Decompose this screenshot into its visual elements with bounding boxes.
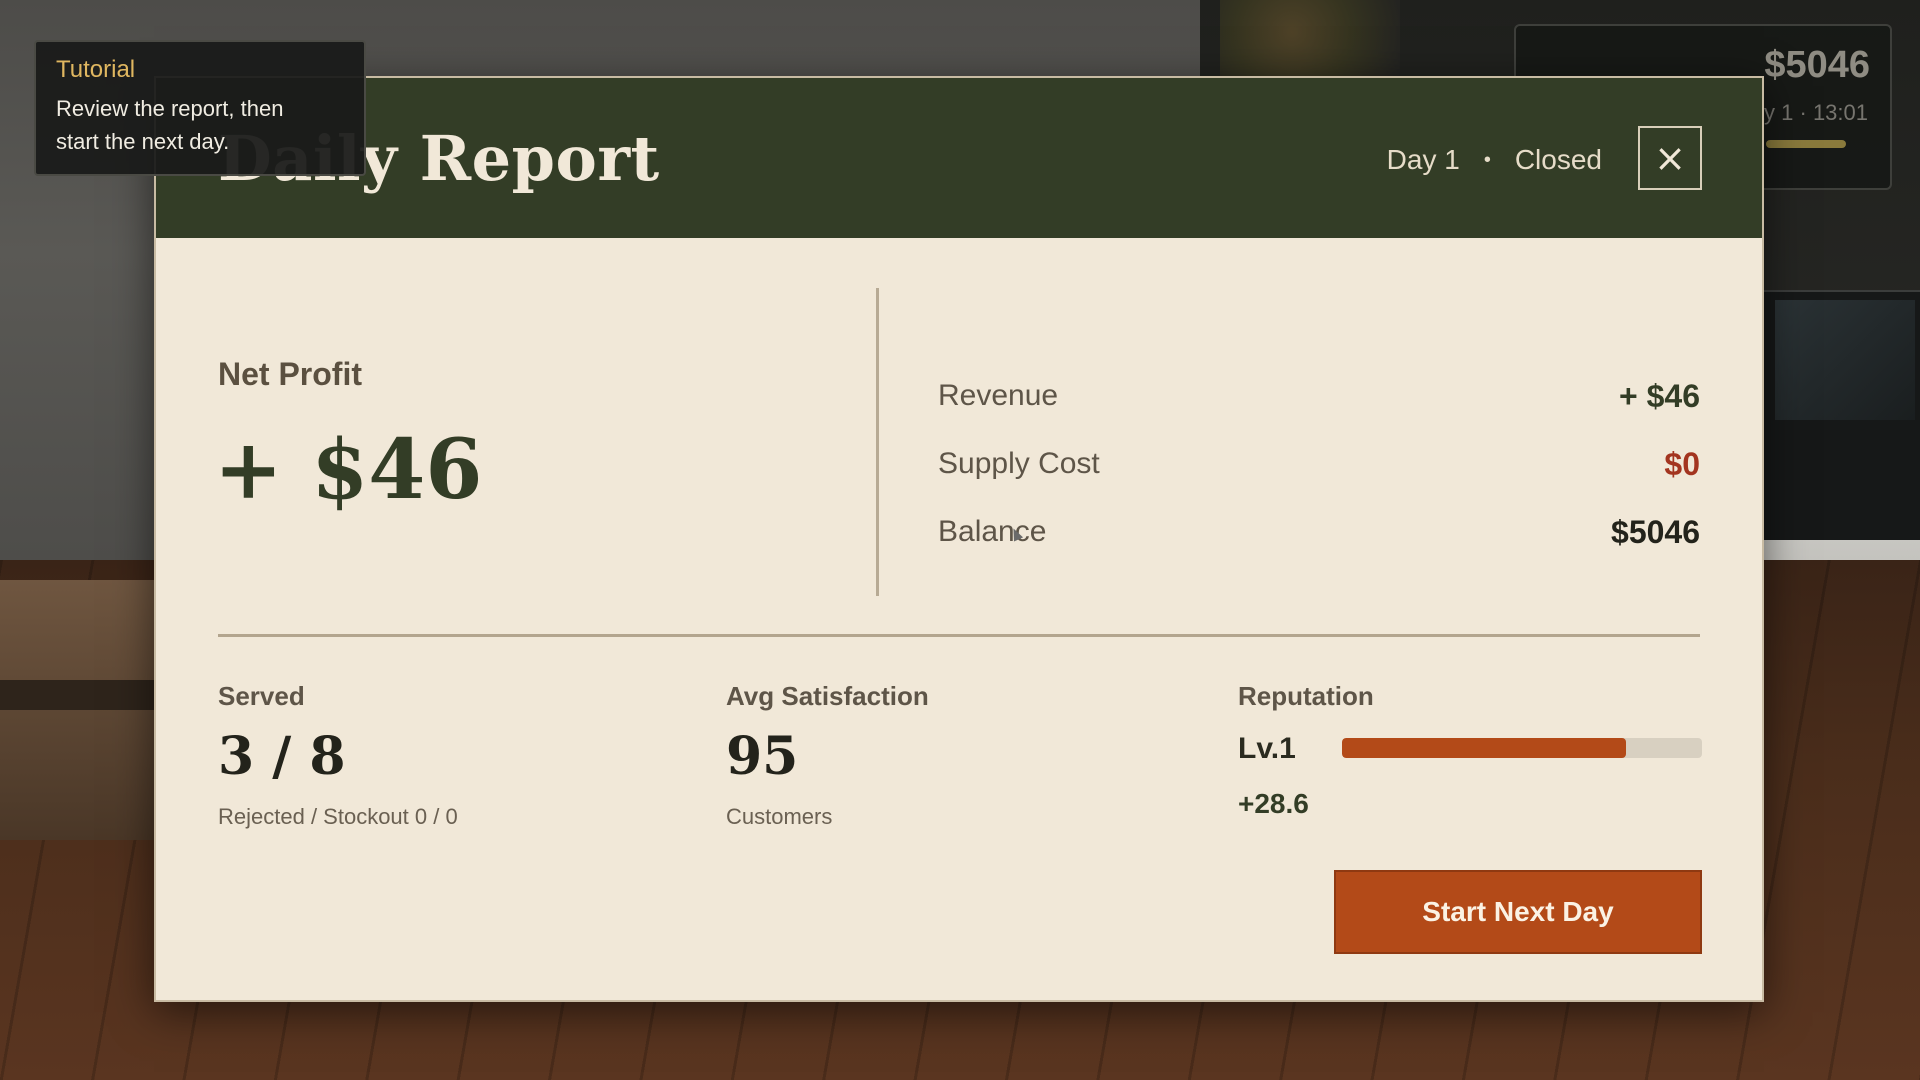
supply-cost-row: Supply Cost $0: [938, 442, 1700, 486]
daily-report-modal: Daily Report Day 1 • Closed × Net Profit…: [154, 76, 1764, 1002]
tutorial-line-1: Review the report, then: [56, 96, 284, 121]
vertical-divider: [876, 288, 879, 596]
monitor-screen: [1775, 300, 1915, 420]
plant-decoration: [1220, 0, 1400, 80]
revenue-row: Revenue + $46: [938, 374, 1700, 418]
horizontal-divider: [218, 634, 1700, 637]
start-next-day-button[interactable]: Start Next Day: [1334, 870, 1702, 954]
balance-row: Balance $5046: [938, 510, 1700, 554]
rejected-stockout: Rejected / Stockout 0 / 0: [218, 804, 458, 829]
tutorial-line-2: start the next day.: [56, 129, 230, 154]
served-label: Served: [218, 681, 305, 711]
supply-cost-label: Supply Cost: [938, 447, 1100, 480]
served-value: 3 / 8: [218, 726, 346, 787]
revenue-label: Revenue: [938, 379, 1059, 412]
header-status: Day 1 • Closed: [1387, 144, 1602, 176]
separator-dot: •: [1483, 148, 1491, 171]
tutorial-body: Review the report, then start the next d…: [56, 92, 344, 158]
reputation-label: Reputation: [1238, 681, 1374, 711]
revenue-value: + $46: [1619, 377, 1700, 414]
reputation-bar: [1342, 738, 1702, 758]
balance-value: $5046: [1611, 513, 1700, 550]
modal-header: Daily Report Day 1 • Closed ×: [156, 78, 1762, 238]
day-label: Day 1: [1386, 144, 1460, 175]
close-icon: ×: [1654, 136, 1686, 180]
satisfaction-sub: Customers: [726, 804, 833, 829]
reputation-delta: +28.6: [1238, 788, 1309, 819]
close-button[interactable]: ×: [1638, 126, 1702, 190]
hud-day-time: ay 1 · 13:01: [1751, 100, 1868, 125]
net-profit-label: Net Profit: [218, 356, 362, 392]
hud-progress-bar: [1766, 140, 1846, 148]
balance-label: Balance: [938, 515, 1047, 548]
tutorial-title: Tutorial: [56, 56, 136, 83]
satisfaction-label: Avg Satisfaction: [726, 681, 929, 711]
satisfaction-value: 95: [726, 726, 799, 787]
supply-cost-value: $0: [1664, 445, 1700, 482]
shop-status: Closed: [1514, 144, 1602, 175]
counter-left-top: [0, 680, 180, 710]
tutorial-tooltip: Tutorial Review the report, then start t…: [34, 40, 366, 176]
net-profit-value: + $46: [214, 422, 483, 518]
hud-money: $5046: [1764, 44, 1870, 86]
reputation-level: Lv.1: [1238, 732, 1296, 765]
reputation-bar-fill: [1342, 738, 1627, 758]
